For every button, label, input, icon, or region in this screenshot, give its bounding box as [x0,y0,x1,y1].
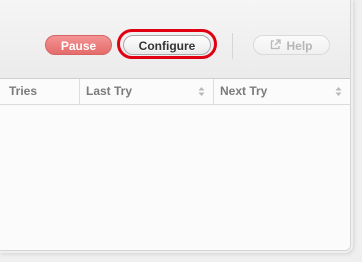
sort-icon [335,87,342,96]
column-header-last-try[interactable]: Last Try [79,79,213,104]
help-button-label: Help [286,39,313,53]
sort-icon [198,87,205,96]
column-header-label: Next Try [220,84,268,98]
table-header: Tries Last Try Next Try [0,79,350,105]
column-header-label: Last Try [86,84,133,98]
configure-button[interactable]: Configure [123,35,211,55]
pause-button[interactable]: Pause [45,35,112,55]
column-header-next-try[interactable]: Next Try [213,79,350,104]
help-button[interactable]: Help [253,35,330,55]
column-header-tries[interactable]: Tries [0,79,79,104]
column-header-label: Tries [9,84,38,98]
queue-panel: Pause Configure Help Tries Last Try Next… [0,0,351,251]
toolbar-divider [232,33,233,59]
toolbar: Pause Configure Help [0,0,350,79]
table-body [0,105,350,250]
external-link-icon [270,36,282,56]
